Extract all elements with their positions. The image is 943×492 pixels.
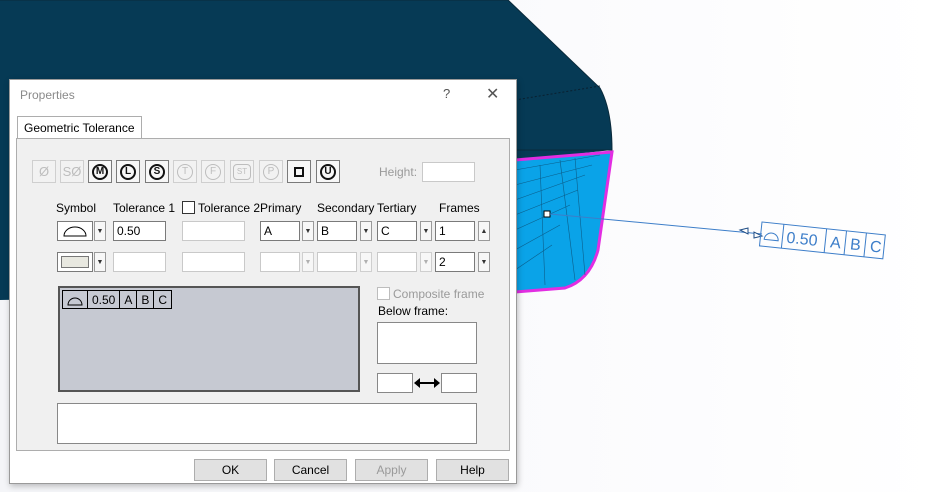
apply-button[interactable]: Apply — [355, 459, 428, 481]
attachment-point — [543, 210, 551, 218]
preview-primary: A — [120, 291, 138, 308]
secondary-input-row2[interactable] — [317, 252, 357, 272]
primary-dropdown-arrow-row2[interactable]: ▼ — [302, 252, 314, 272]
rfs-icon[interactable]: S — [145, 160, 169, 183]
primary-header: Primary — [260, 201, 302, 215]
free-state-icon[interactable]: F — [201, 160, 225, 183]
gtol-annotation: 0.50 A B C — [758, 221, 886, 260]
composite-frame-checkbox[interactable] — [377, 287, 390, 300]
lmc-icon[interactable]: L — [116, 160, 140, 183]
left-spacing-input[interactable] — [377, 373, 413, 393]
profile-of-surface-icon — [63, 291, 88, 308]
empty-symbol-swatch — [61, 256, 89, 268]
projected-tolerance-icon[interactable]: P — [259, 160, 283, 183]
mmc-icon[interactable]: M — [88, 160, 112, 183]
preview-frame: 0.50 A B C — [62, 290, 173, 309]
primary-input-row1[interactable]: A — [260, 221, 300, 241]
below-frame-input[interactable] — [377, 322, 477, 364]
preview-tolerance: 0.50 — [88, 291, 121, 308]
tolerance1-input-row1[interactable]: 0.50 — [113, 221, 166, 241]
frames-spinner-row1[interactable]: ▲ — [478, 221, 490, 241]
selected-face — [513, 150, 614, 294]
tolerance2-header: Tolerance 2 — [198, 201, 261, 215]
unequally-disposed-icon[interactable]: U — [316, 160, 340, 183]
symbol-header: Symbol — [56, 201, 97, 215]
tolerance2-input-row2[interactable] — [182, 252, 245, 272]
symbol-select-row1[interactable] — [57, 221, 93, 241]
help-button[interactable]: Help — [436, 459, 509, 481]
annot-tolerance: 0.50 — [786, 230, 819, 250]
cancel-button[interactable]: Cancel — [274, 459, 347, 481]
tolerance2-input-row1[interactable] — [182, 221, 245, 241]
title-bar[interactable]: Properties ? ✕ — [10, 80, 516, 110]
annot-tertiary: C — [869, 238, 882, 256]
double-arrow-icon — [414, 378, 440, 388]
frames-header: Frames — [439, 201, 480, 215]
frames-input-row1[interactable]: 1 — [435, 221, 475, 241]
height-input[interactable] — [422, 162, 475, 182]
diameter-icon[interactable]: Ø — [32, 160, 56, 183]
tertiary-input-row2[interactable] — [377, 252, 417, 272]
primary-input-row2[interactable] — [260, 252, 300, 272]
text-area[interactable] — [57, 403, 477, 444]
secondary-header: Secondary — [317, 201, 375, 215]
ok-button[interactable]: OK — [194, 459, 267, 481]
tolerance1-header: Tolerance 1 — [113, 201, 176, 215]
spherical-diameter-icon[interactable]: SØ — [60, 160, 84, 183]
secondary-dropdown-arrow[interactable]: ▼ — [360, 221, 372, 241]
properties-dialog: Properties ? ✕ Geometric Tolerance Ø SØ … — [9, 79, 517, 484]
symbol-select-row2[interactable] — [57, 252, 93, 272]
symbol-dropdown-arrow-row2[interactable]: ▼ — [94, 252, 106, 272]
annot-primary: A — [829, 234, 842, 252]
primary-dropdown-arrow[interactable]: ▼ — [302, 221, 314, 241]
tertiary-header: Tertiary — [377, 201, 417, 215]
below-frame-label: Below frame: — [378, 304, 449, 318]
height-label: Height: — [379, 165, 418, 179]
preview-tertiary: C — [158, 293, 168, 307]
profile-of-surface-icon — [63, 226, 87, 237]
tab-strip: Geometric Tolerance — [16, 116, 510, 139]
annot-secondary: B — [849, 236, 861, 254]
help-icon[interactable]: ? — [443, 86, 450, 101]
secondary-dropdown-arrow-row2[interactable]: ▼ — [360, 252, 372, 272]
tab-geometric-tolerance[interactable]: Geometric Tolerance — [17, 116, 142, 139]
tertiary-dropdown-arrow-row2[interactable]: ▼ — [420, 252, 432, 272]
statistical-icon[interactable]: ST — [230, 160, 254, 183]
preview-secondary: B — [137, 291, 155, 308]
tangent-plane-icon[interactable]: T — [173, 160, 197, 183]
square-icon[interactable] — [287, 160, 311, 183]
close-icon[interactable]: ✕ — [486, 84, 499, 104]
tab-panel: Ø SØ M L S T F ST P U Height: Symbol Tol… — [16, 138, 510, 451]
frames-input-row2[interactable]: 2 — [435, 252, 475, 272]
tolerance2-checkbox[interactable] — [182, 201, 195, 214]
frames-spinner-row2[interactable]: ▼ — [478, 252, 490, 272]
frame-preview: 0.50 A B C — [58, 286, 360, 392]
right-spacing-input[interactable] — [441, 373, 477, 393]
secondary-input-row1[interactable]: B — [317, 221, 357, 241]
composite-frame-label: Composite frame — [393, 287, 485, 301]
symbol-dropdown-arrow[interactable]: ▼ — [94, 221, 106, 241]
tertiary-dropdown-arrow[interactable]: ▼ — [420, 221, 432, 241]
tolerance1-input-row2[interactable] — [113, 252, 166, 272]
dialog-title: Properties — [20, 88, 75, 102]
tertiary-input-row1[interactable]: C — [377, 221, 417, 241]
